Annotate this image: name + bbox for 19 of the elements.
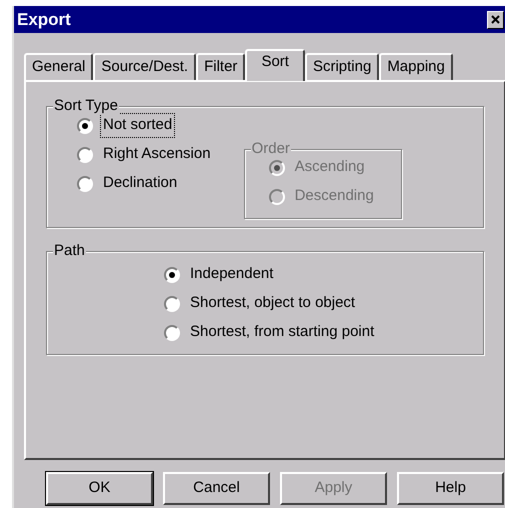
tab[interactable]: Source/Dest.	[93, 53, 196, 80]
dialog-button[interactable]: Cancel	[163, 472, 270, 505]
dialog-button[interactable]: Help	[397, 472, 504, 505]
tab[interactable]: General	[24, 53, 94, 80]
radio-label: Independent	[189, 264, 274, 284]
window-title: Export	[17, 8, 71, 31]
radio-label: Right Ascension	[102, 144, 212, 164]
radio-label: Shortest, object to object	[189, 293, 356, 314]
radio-label: Ascending	[294, 157, 366, 178]
radio-label: Declination	[102, 173, 178, 194]
tab[interactable]: Mapping	[379, 53, 453, 80]
tab[interactable]: Filter	[196, 53, 246, 80]
tab[interactable]: Scripting	[304, 53, 380, 80]
tab[interactable]: Sort	[245, 49, 305, 81]
radio-label: Shortest, from starting point	[189, 322, 376, 342]
radio-label: Not sorted	[100, 113, 176, 138]
radio-label: Descending	[294, 186, 375, 206]
dialog-button[interactable]: OK	[46, 472, 153, 505]
group-label: Sort Type	[53, 97, 119, 115]
